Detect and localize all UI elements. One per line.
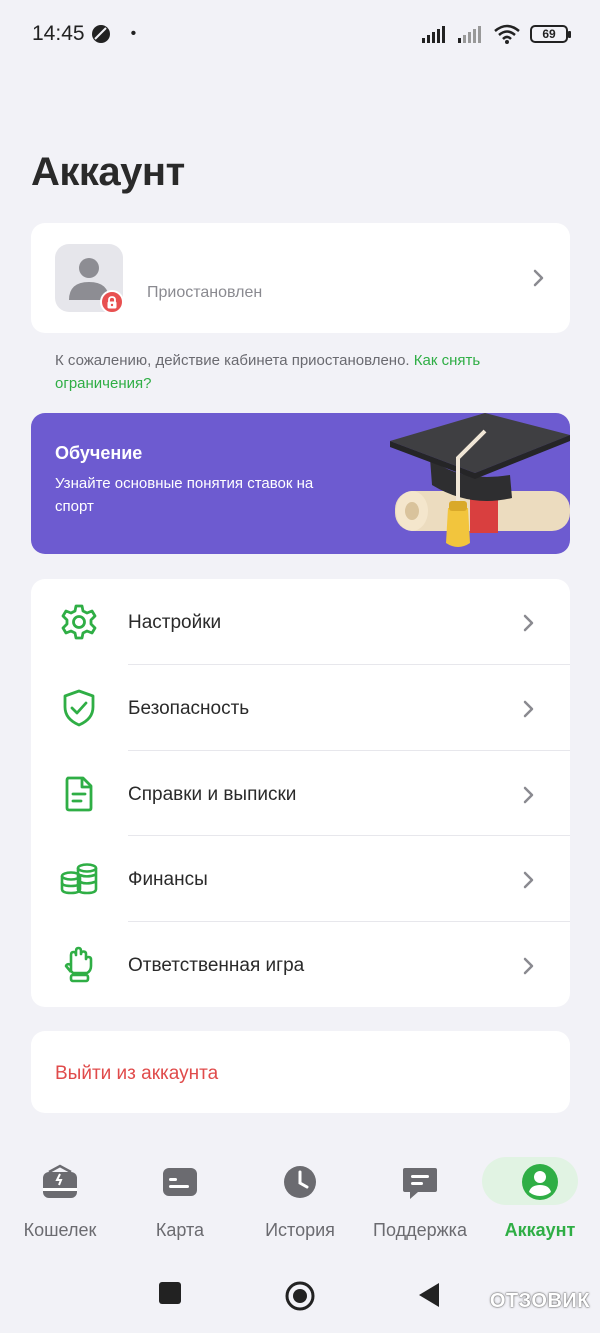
- chevron-right-icon: [532, 268, 546, 288]
- nav-tab-wallet[interactable]: Кошелек: [0, 1150, 120, 1250]
- hand-icon: [64, 946, 93, 983]
- menu-item-label: Финансы: [128, 869, 208, 890]
- menu-item-statements[interactable]: Справки и выписки: [31, 751, 570, 836]
- lock-icon: [100, 290, 124, 314]
- account-icon: [522, 1164, 558, 1200]
- logout-label: Выйти из аккаунта: [55, 1063, 219, 1084]
- home-icon[interactable]: [284, 1280, 316, 1312]
- suspension-notice: К сожалению, действие кабинета приостано…: [55, 349, 555, 395]
- chevron-right-icon: [523, 700, 534, 718]
- watermark: ОТЗОВИК: [489, 1290, 590, 1312]
- profile-status: Приостановлен: [147, 284, 263, 301]
- gear-icon: [61, 604, 97, 640]
- signal-icon: [422, 26, 445, 43]
- clock-icon: [284, 1166, 316, 1198]
- nav-tab-support[interactable]: Поддержка: [360, 1150, 480, 1250]
- promo-title: Обучение: [55, 443, 143, 463]
- nav-tab-account[interactable]: Аккаунт: [480, 1150, 600, 1250]
- nav-label: Аккаунт: [504, 1220, 576, 1240]
- chevron-right-icon: [523, 786, 534, 804]
- menu-item-label: Безопасность: [128, 698, 250, 719]
- nav-label: Поддержка: [373, 1220, 467, 1240]
- coins-icon: [60, 863, 98, 895]
- signal-weak-icon: [458, 26, 481, 43]
- menu-item-label: Настройки: [128, 612, 222, 633]
- profile-card[interactable]: Приостановлен: [31, 223, 570, 333]
- wifi-icon: [494, 24, 520, 44]
- nav-tab-card[interactable]: Карта: [120, 1150, 240, 1250]
- shield-check-icon: [63, 689, 95, 727]
- chevron-right-icon: [523, 614, 534, 632]
- status-bar: 14:45 • 69: [0, 0, 600, 68]
- card-icon: [163, 1168, 197, 1196]
- nav-label: История: [265, 1220, 335, 1240]
- logout-button[interactable]: Выйти из аккаунта: [31, 1031, 570, 1113]
- nav-tab-history[interactable]: История: [240, 1150, 360, 1250]
- graduation-cap-icon: [390, 413, 570, 547]
- chat-icon: [403, 1168, 437, 1199]
- document-icon: [65, 776, 93, 812]
- bottom-navigation: Кошелек Карта История Поддержка Аккаунт: [0, 1150, 600, 1250]
- menu-item-responsible-gaming[interactable]: Ответственная игра: [31, 922, 570, 1007]
- notice-text: К сожалению, действие кабинета приостано…: [55, 352, 410, 369]
- menu-item-settings[interactable]: Настройки: [31, 579, 570, 664]
- menu-item-security[interactable]: Безопасность: [31, 665, 570, 750]
- battery-level: 69: [542, 27, 556, 41]
- chevron-right-icon: [523, 957, 534, 975]
- nav-label: Карта: [155, 1220, 205, 1240]
- nav-label: Кошелек: [23, 1220, 97, 1240]
- notification-dot: •: [130, 25, 137, 42]
- education-banner[interactable]: Обучение Узнайте основные понятия ставок…: [31, 413, 570, 554]
- avatar: [55, 244, 124, 314]
- wallet-icon: [43, 1164, 77, 1198]
- menu-item-label: Справки и выписки: [128, 784, 297, 805]
- back-icon[interactable]: [417, 1282, 441, 1308]
- chevron-right-icon: [523, 871, 534, 889]
- page-title: Аккаунт: [31, 150, 185, 194]
- moon-icon: [91, 25, 110, 43]
- promo-subtitle: Узнайте основные понятия ставок на спорт: [55, 475, 314, 515]
- menu-item-label: Ответственная игра: [128, 955, 305, 976]
- status-time: 14:45: [32, 22, 85, 45]
- menu-item-finances[interactable]: Финансы: [31, 836, 570, 921]
- recent-apps-icon[interactable]: [159, 1282, 181, 1304]
- battery-indicator: 69: [530, 25, 571, 43]
- account-menu: Настройки Безопасность Справки и выписки: [31, 579, 570, 1007]
